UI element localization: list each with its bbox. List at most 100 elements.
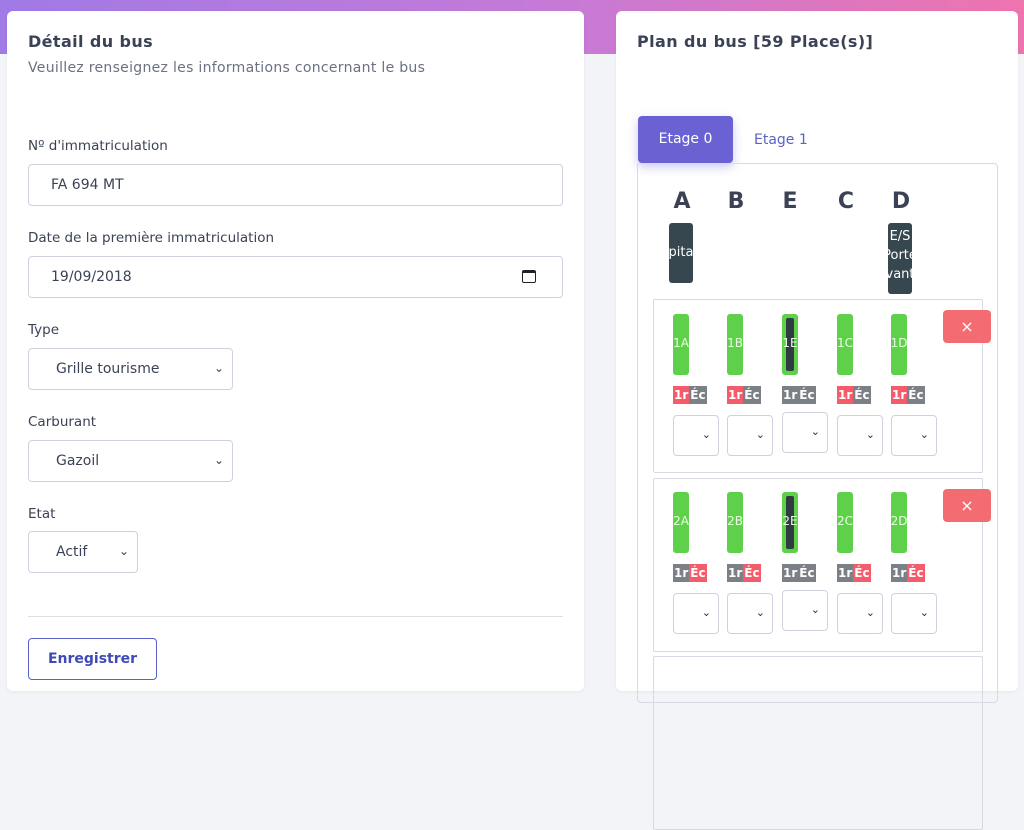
seat-option-select[interactable]: ⌄ (673, 415, 719, 456)
chevron-down-icon: ⌄ (810, 603, 820, 616)
eco-badge[interactable]: Éc (853, 386, 871, 404)
eco-badge[interactable]: Éc (743, 386, 761, 404)
chevron-down-icon: ⌄ (118, 544, 129, 558)
class-badge[interactable]: 1r (891, 386, 908, 404)
seat[interactable]: 2B (727, 492, 743, 553)
seat-option-select[interactable]: ⌄ (891, 415, 937, 456)
immatriculation-label: Nº d'immatriculation (28, 138, 168, 154)
eco-badge[interactable]: Éc (689, 386, 707, 404)
eco-badge[interactable]: Éc (853, 564, 871, 582)
class-badge[interactable]: 1r (782, 386, 799, 404)
carburant-value: Gazoil (56, 453, 100, 469)
seat[interactable]: 1B (727, 314, 743, 375)
seat-label: 1B (727, 336, 743, 350)
seat-aisle[interactable]: 1E (782, 314, 798, 375)
seat-option-select[interactable]: ⌄ (782, 590, 828, 631)
type-select[interactable]: Grille tourisme ⌄ (28, 348, 233, 390)
etat-select[interactable]: Actif ⌄ (28, 531, 138, 573)
class-badge[interactable]: 1r (782, 564, 799, 582)
seat-badges: 1r Éc (673, 386, 707, 404)
seat-label: 2E (782, 514, 798, 528)
seat-option-select[interactable]: ⌄ (673, 593, 719, 634)
seat-badges: 1r Éc (891, 564, 925, 582)
eco-badge[interactable]: Éc (907, 386, 925, 404)
immatriculation-value: FA 694 MT (51, 177, 124, 193)
seat[interactable]: 1D (891, 314, 907, 375)
class-badge[interactable]: 1r (673, 564, 690, 582)
carburant-select[interactable]: Gazoil ⌄ (28, 440, 233, 482)
seat-label: 1E (782, 336, 798, 350)
hospital-marker: pita (669, 223, 693, 283)
seat-aisle[interactable]: 2E (782, 492, 798, 553)
type-label: Type (28, 322, 60, 338)
chevron-down-icon: ⌄ (213, 453, 224, 467)
eco-badge[interactable]: Éc (743, 564, 761, 582)
class-badge[interactable]: 1r (673, 386, 690, 404)
column-letter: D (891, 189, 911, 214)
date-input[interactable]: 19/09/2018 (28, 256, 563, 298)
tab-etage-0[interactable]: Etage 0 (638, 116, 733, 163)
door-line: vant (888, 267, 912, 282)
delete-row-button[interactable]: × (943, 310, 991, 343)
seat-option-select[interactable]: ⌄ (727, 593, 773, 634)
date-label: Date de la première immatriculation (28, 230, 275, 246)
date-value: 19/09/2018 (51, 269, 132, 285)
seat-label: 2A (673, 514, 689, 528)
seat-badges: 1r Éc (727, 564, 761, 582)
seat[interactable]: 2D (891, 492, 907, 553)
seat-option-select[interactable]: ⌄ (837, 593, 883, 634)
column-letter: E (782, 189, 798, 214)
calendar-icon[interactable] (522, 270, 536, 283)
chevron-down-icon: ⌄ (701, 428, 711, 441)
chevron-down-icon: ⌄ (810, 425, 820, 438)
seat[interactable]: 2A (673, 492, 689, 553)
save-button[interactable]: Enregistrer (28, 638, 157, 680)
seat[interactable]: 1A (673, 314, 689, 375)
type-value: Grille tourisme (56, 361, 160, 377)
seat-option-select[interactable]: ⌄ (837, 415, 883, 456)
chevron-down-icon: ⌄ (213, 361, 224, 375)
tab-etage-1[interactable]: Etage 1 (754, 132, 808, 148)
bus-plan-card: Plan du bus [59 Place(s)] Etage 0 Etage … (616, 11, 1018, 830)
seat-label: 1C (837, 336, 853, 350)
column-letter: A (673, 189, 691, 214)
chevron-down-icon: ⌄ (919, 428, 929, 441)
seat[interactable]: 1C (837, 314, 853, 375)
eco-badge[interactable]: Éc (689, 564, 707, 582)
seat-label: 2B (727, 514, 743, 528)
etat-value: Actif (56, 544, 88, 560)
chevron-down-icon: ⌄ (701, 606, 711, 619)
class-badge[interactable]: 1r (727, 386, 744, 404)
class-badge[interactable]: 1r (891, 564, 908, 582)
bus-detail-card: Détail du bus Veuillez renseignez les in… (7, 11, 584, 691)
seat-option-select[interactable]: ⌄ (891, 593, 937, 634)
seat-badges: 1r Éc (782, 386, 816, 404)
seat[interactable]: 2C (837, 492, 853, 553)
class-badge[interactable]: 1r (837, 564, 854, 582)
chevron-down-icon: ⌄ (919, 606, 929, 619)
seat-badges: 1r Éc (837, 386, 871, 404)
eco-badge[interactable]: Éc (798, 386, 816, 404)
seat-label: 1D (891, 336, 907, 350)
card-subtitle: Veuillez renseignez les informations con… (28, 60, 426, 76)
card-title: Détail du bus (28, 32, 154, 51)
immatriculation-input[interactable]: FA 694 MT (28, 164, 563, 206)
seat-option-select[interactable]: ⌄ (727, 415, 773, 456)
class-badge[interactable]: 1r (837, 386, 854, 404)
chevron-down-icon: ⌄ (755, 428, 765, 441)
seat-badges: 1r Éc (837, 564, 871, 582)
eco-badge[interactable]: Éc (798, 564, 816, 582)
column-letter: C (837, 189, 855, 214)
class-badge[interactable]: 1r (727, 564, 744, 582)
hospital-marker-label: pita (669, 245, 693, 260)
chevron-down-icon: ⌄ (865, 606, 875, 619)
eco-badge[interactable]: Éc (907, 564, 925, 582)
carburant-label: Carburant (28, 414, 97, 430)
seat-badges: 1r Éc (782, 564, 816, 582)
seat-option-select[interactable]: ⌄ (782, 412, 828, 453)
chevron-down-icon: ⌄ (755, 606, 765, 619)
column-letter: B (727, 189, 745, 214)
form-divider (28, 616, 563, 617)
door-line: E/S (889, 229, 911, 244)
delete-row-button[interactable]: × (943, 489, 991, 522)
